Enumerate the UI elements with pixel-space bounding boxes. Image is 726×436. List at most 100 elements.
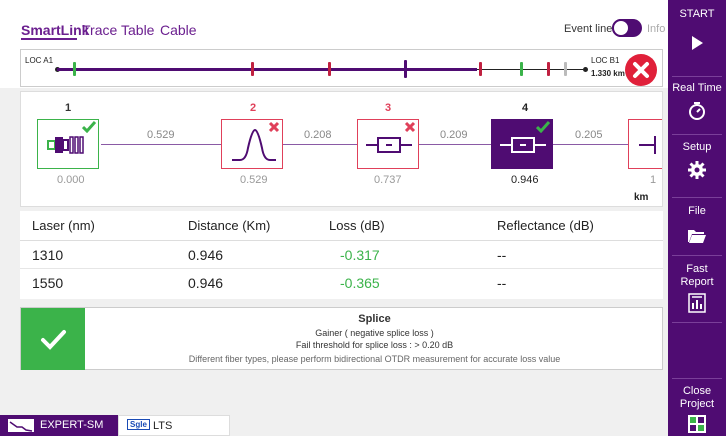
tab-expert-sm[interactable]: EXPERT-SM xyxy=(0,415,118,436)
realtime-label: Real Time xyxy=(672,82,722,94)
distance-units: km xyxy=(634,192,649,203)
segment-line xyxy=(283,144,357,145)
distance-cell: 0.946 xyxy=(188,247,224,263)
realtime-button[interactable]: Real Time xyxy=(668,82,726,134)
segment-line xyxy=(101,144,221,145)
bottom-bar: EXPERT-SM Sgle LTS xyxy=(0,415,668,436)
check-icon xyxy=(536,121,550,133)
result-title: Splice xyxy=(358,313,391,325)
reflectance-cell: -- xyxy=(497,247,507,263)
play-icon xyxy=(692,36,703,50)
setup-button[interactable]: Setup xyxy=(668,141,726,193)
close-project-button[interactable]: Close Project xyxy=(668,385,726,436)
column-header: Loss (dB) xyxy=(329,218,385,233)
laser-cell: 1310 xyxy=(32,247,64,263)
fast-report-label: Report xyxy=(680,276,714,288)
divider xyxy=(672,76,722,77)
file-button[interactable]: File xyxy=(668,205,726,257)
toggle-knob xyxy=(612,19,630,37)
results-table: Laser (nm) Distance (Km) Loss (dB) Refle… xyxy=(20,211,663,299)
divider xyxy=(672,322,722,323)
close-icon xyxy=(404,121,416,133)
file-label: File xyxy=(688,205,706,217)
column-header: Distance (Km) xyxy=(188,218,271,233)
fast-report-button[interactable]: Fast Report xyxy=(668,263,726,323)
stopwatch-icon xyxy=(689,102,705,120)
close-icon xyxy=(268,121,280,133)
close-project-label: Project xyxy=(679,398,715,410)
fiber-tail xyxy=(477,69,583,70)
splice-result-panel: Splice Gainer ( negative splice loss ) F… xyxy=(20,307,663,370)
event-number: 2 xyxy=(250,102,257,114)
event-marker xyxy=(547,62,550,76)
divider xyxy=(20,268,663,269)
tab-trace[interactable]: Trace xyxy=(82,22,117,38)
event-line-toggle[interactable] xyxy=(612,19,642,37)
event-card-3[interactable] xyxy=(357,119,419,169)
tab-label: LTS xyxy=(153,420,173,432)
distance-cell: 0.946 xyxy=(188,275,224,291)
divider xyxy=(672,378,722,379)
segment-length: 0.529 xyxy=(147,129,175,141)
gear-icon xyxy=(688,161,706,179)
reflectance-cell: -- xyxy=(497,275,507,291)
segment-line xyxy=(553,144,628,145)
event-distance: 0.000 xyxy=(57,174,85,186)
segment-line xyxy=(419,144,491,145)
tab-smartlink[interactable]: SmartLink xyxy=(21,22,89,38)
report-icon xyxy=(688,293,706,313)
start-label: START xyxy=(679,8,715,20)
info-label[interactable]: Info xyxy=(647,23,665,35)
column-header: Laser (nm) xyxy=(32,218,95,233)
event-card-2[interactable] xyxy=(221,119,283,169)
event-marker xyxy=(328,62,331,76)
active-tab-indicator xyxy=(21,38,77,40)
tab-table[interactable]: Table xyxy=(121,22,154,38)
divider xyxy=(672,134,722,135)
event-number: 3 xyxy=(385,102,392,114)
segment-length: 0.208 xyxy=(304,129,332,141)
event-marker xyxy=(479,62,482,76)
event-number: 4 xyxy=(522,102,529,114)
fast-report-label: Fast xyxy=(686,263,708,275)
event-card-1[interactable] xyxy=(37,119,99,169)
tab-label: EXPERT-SM xyxy=(40,419,104,431)
event-line-label: Event line xyxy=(564,23,613,35)
event-marker xyxy=(73,62,76,76)
pass-status xyxy=(21,308,85,370)
link-status-fail xyxy=(625,54,657,86)
otdr-trace-icon xyxy=(8,419,34,432)
event-distance: 0.737 xyxy=(374,174,402,186)
divider xyxy=(672,197,722,198)
event-marker xyxy=(520,62,523,76)
close-project-label: Close xyxy=(682,385,712,397)
project-grid-icon xyxy=(688,415,706,433)
divider xyxy=(672,255,722,256)
laser-cell: 1550 xyxy=(32,275,64,291)
right-sidebar: START Real Time Setup File Fast Report C… xyxy=(668,0,726,436)
fiber-line xyxy=(57,68,477,71)
end-of-fiber-icon xyxy=(639,136,656,154)
segment-length: 0.209 xyxy=(440,129,468,141)
link-overview: LOC A1 LOC B1 1.330 km xyxy=(20,49,663,87)
result-line: Gainer ( negative splice loss ) xyxy=(315,328,434,338)
event-marker xyxy=(564,62,567,76)
check-icon xyxy=(82,121,96,133)
link-length: 1.330 km xyxy=(591,69,625,78)
tab-cable[interactable]: Cable xyxy=(160,22,197,38)
loss-cell: -0.317 xyxy=(340,247,380,263)
tab-lts[interactable]: Sgle LTS xyxy=(118,415,230,436)
sgle-badge-icon: Sgle xyxy=(127,419,150,430)
event-card-4-selected[interactable] xyxy=(491,119,553,169)
event-card-5[interactable] xyxy=(628,119,662,169)
result-line: Fail threshold for splice loss : > 0.20 … xyxy=(295,340,454,350)
event-distance: 0.529 xyxy=(240,174,268,186)
start-button[interactable]: START xyxy=(668,8,726,76)
loc-b-dot xyxy=(583,67,588,72)
loss-cell: -0.365 xyxy=(340,275,380,291)
check-icon xyxy=(41,330,66,350)
event-distance: 1 xyxy=(650,174,657,186)
segment-length: 0.205 xyxy=(575,129,603,141)
event-number: 1 xyxy=(65,102,72,114)
event-cards-panel: 0.529 0.208 0.209 0.205 1 0.000 2 0.529 … xyxy=(20,91,663,207)
